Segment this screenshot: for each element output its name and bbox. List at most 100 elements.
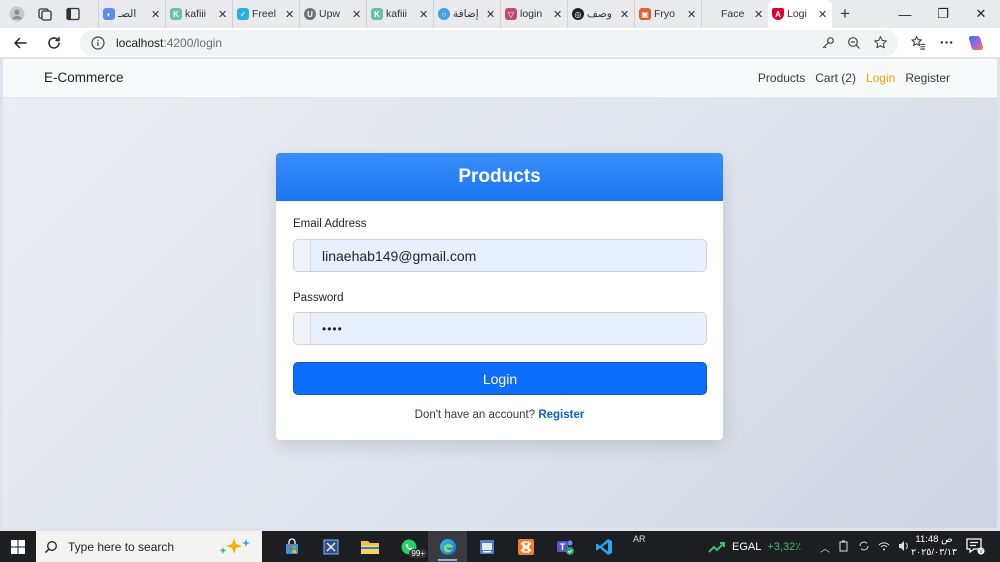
search-highlight-icon [219, 538, 250, 554]
browser-toolbar: localhost:4200/login [0, 28, 1000, 58]
tab-title: kafiii [185, 8, 207, 20]
register-prompt-text: Don't have an account? [414, 409, 536, 421]
battery-icon[interactable] [838, 540, 850, 552]
stock-widget[interactable]: EGAL +3,32٪ [708, 540, 801, 553]
nav-link-cart[interactable]: Cart (2) [815, 71, 856, 85]
taskbar-file-explorer-icon[interactable] [350, 531, 389, 562]
tab-favicon-icon: K [371, 8, 383, 20]
start-button[interactable] [0, 531, 36, 562]
taskbar-app-icon[interactable] [467, 531, 506, 562]
taskbar-xampp-icon[interactable] [506, 531, 545, 562]
browser-tab[interactable]: K kafiii ✕ [165, 0, 232, 28]
whatsapp-badge: 99+ [409, 549, 427, 558]
browser-tab-active[interactable]: A Logi ✕ [768, 0, 832, 28]
taskbar-teams-icon[interactable]: T [545, 531, 584, 562]
close-tab-icon[interactable]: ✕ [419, 8, 429, 21]
email-field[interactable]: linaehab149@gmail.com [293, 239, 707, 272]
back-button[interactable] [6, 29, 34, 57]
password-field[interactable]: •••• [293, 312, 707, 345]
tab-title: kafiii [386, 8, 408, 20]
close-tab-icon[interactable]: ✕ [553, 8, 563, 21]
refresh-button[interactable] [40, 29, 68, 57]
profile-icon[interactable] [8, 5, 26, 23]
tab-title: Fryo [654, 8, 675, 20]
taskbar-whatsapp-icon[interactable]: 99+ [389, 531, 428, 562]
login-card-header: Products [276, 153, 723, 201]
sync-icon[interactable] [858, 540, 870, 552]
svg-text:T: T [559, 542, 565, 552]
email-field-addon [294, 240, 311, 271]
nav-link-products[interactable]: Products [758, 71, 805, 85]
close-tab-icon[interactable]: ✕ [486, 8, 496, 21]
navbar-links: Products Cart (2) Login Register [758, 71, 950, 85]
new-tab-button[interactable]: + [832, 4, 858, 24]
browser-tab[interactable]: K kafiii ✕ [366, 0, 433, 28]
browser-tab[interactable]: Face ✕ [701, 0, 768, 28]
minimize-button[interactable]: — [886, 0, 924, 28]
workspaces-icon[interactable] [36, 5, 54, 23]
more-menu-icon[interactable] [938, 35, 954, 51]
app-viewport: E-Commerce Products Cart (2) Login Regis… [3, 59, 997, 528]
tab-favicon-icon: ✓ [237, 8, 249, 20]
tab-title: login [520, 8, 543, 20]
tab-favicon-icon: ◎ [572, 8, 584, 20]
tab-favicon-icon: ○ [438, 8, 450, 20]
taskbar-store-icon[interactable] [272, 531, 311, 562]
taskbar-edge-icon[interactable] [428, 531, 467, 562]
notifications-icon[interactable]: V [965, 537, 985, 555]
password-value[interactable]: •••• [311, 313, 706, 344]
angular-favicon-icon: A [772, 8, 784, 20]
tab-favicon-icon: ▣ [639, 8, 651, 20]
favorite-star-icon[interactable] [872, 35, 888, 51]
tab-title: Logi [787, 8, 807, 20]
taskbar-apps: 99+ T [272, 531, 623, 562]
close-tab-icon[interactable]: ✕ [218, 8, 228, 21]
close-tab-icon[interactable]: ✕ [754, 8, 764, 21]
browser-tab-strip: ◐ الصـ ✕ K kafiii ✕ ✓ Freel ✕ U Upw ✕ K … [0, 0, 1000, 28]
browser-tab[interactable]: ◐ الصـ ✕ [98, 0, 165, 28]
zoom-icon[interactable] [846, 35, 862, 51]
url-text[interactable]: localhost:4200/login [116, 36, 810, 50]
favorites-icon[interactable] [910, 35, 926, 51]
toolbar-right-icons [910, 33, 986, 53]
browser-tab[interactable]: ▽ login ✕ [500, 0, 567, 28]
browser-tab[interactable]: ▣ Fryo ✕ [634, 0, 701, 28]
nav-link-login[interactable]: Login [866, 71, 895, 85]
show-hidden-icons-icon[interactable]: ︿ [820, 540, 830, 555]
tab-actions-icon[interactable] [64, 5, 82, 23]
password-field-addon [294, 313, 311, 344]
register-link[interactable]: Register [538, 409, 584, 421]
stock-name: EGAL [732, 540, 762, 553]
address-bar[interactable]: localhost:4200/login [80, 29, 898, 56]
taskbar-vscode-icon[interactable] [584, 531, 623, 562]
taskbar-snipping-icon[interactable] [311, 531, 350, 562]
close-tab-icon[interactable]: ✕ [687, 8, 697, 21]
taskbar-search[interactable]: Type here to search [36, 531, 262, 562]
key-icon[interactable] [820, 35, 836, 51]
close-tab-icon[interactable]: ✕ [151, 8, 161, 21]
nav-link-register[interactable]: Register [905, 71, 950, 85]
copilot-icon[interactable] [966, 33, 986, 53]
wifi-icon[interactable] [878, 540, 890, 552]
email-value[interactable]: linaehab149@gmail.com [311, 240, 706, 271]
browser-tab[interactable]: ○ إضافة ✕ [433, 0, 500, 28]
input-language[interactable]: AR [633, 534, 646, 544]
close-tab-icon[interactable]: ✕ [352, 8, 362, 21]
windows-logo-icon [11, 539, 25, 554]
tab-strip-leading-buttons [0, 0, 98, 28]
site-info-icon[interactable] [90, 35, 106, 51]
browser-tab[interactable]: ◎ وصف ✕ [567, 0, 634, 28]
close-window-button[interactable]: ✕ [962, 0, 1000, 28]
password-label: Password [293, 292, 344, 304]
login-button[interactable]: Login [293, 362, 707, 395]
tab-favicon-icon: ▽ [505, 8, 517, 20]
taskbar-clock[interactable]: 11:48 ص ٢٠٢٥/٠٣/١٣ [908, 533, 960, 559]
search-placeholder: Type here to search [68, 539, 175, 554]
browser-tab[interactable]: ✓ Freel ✕ [232, 0, 299, 28]
navbar-brand[interactable]: E-Commerce [44, 70, 124, 85]
close-tab-icon[interactable]: ✕ [818, 8, 828, 21]
maximize-button[interactable]: ❐ [924, 0, 962, 28]
close-tab-icon[interactable]: ✕ [285, 8, 295, 21]
browser-tab[interactable]: U Upw ✕ [299, 0, 366, 28]
close-tab-icon[interactable]: ✕ [620, 8, 630, 21]
